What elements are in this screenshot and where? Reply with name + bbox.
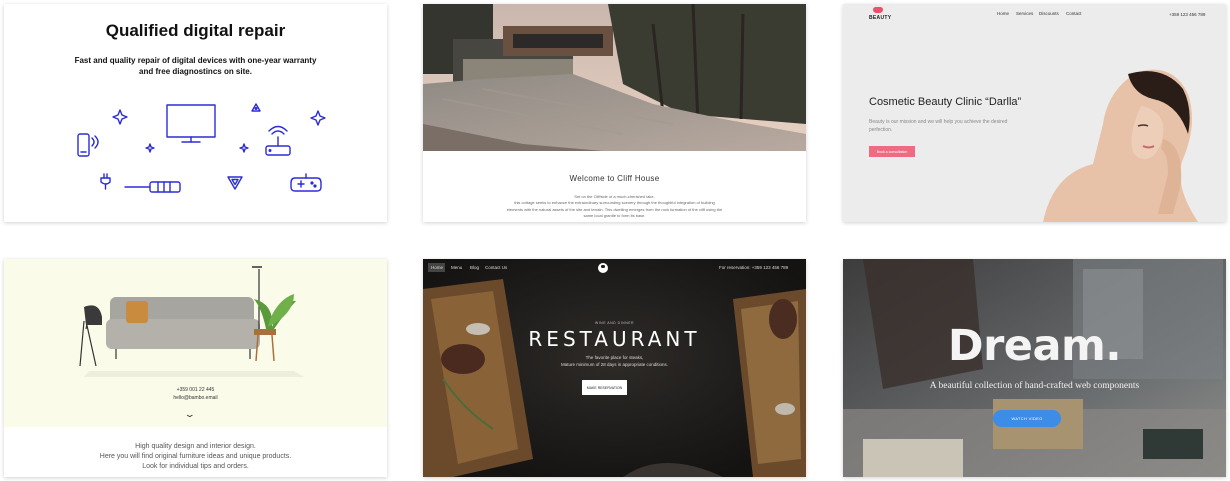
hero-title: Dream. (947, 321, 1122, 371)
sparkle-icon (310, 110, 326, 126)
hero-description: The favorite place for steaks, Mature mi… (423, 355, 806, 368)
card-title: Qualified digital repair (105, 21, 286, 40)
subtitle-line: and free diagnostincs on site. (139, 67, 252, 76)
text-line: High quality design and interior design. (135, 443, 256, 450)
hero-eyebrow: WINE AND DINNER (594, 321, 635, 325)
triangle-icon (227, 176, 243, 190)
text-line: Here you will find original furniture id… (99, 453, 292, 460)
make-reservation-button[interactable]: MAKE RESERVATION (582, 380, 627, 395)
nav-item-blog[interactable]: Blog (470, 265, 479, 270)
template-card-furniture[interactable]: +359 001 22 445 hello@bambo.email ⌄ High… (4, 259, 387, 477)
triangle-icon (251, 103, 261, 112)
contact-phone: +359 001 22 445 (176, 387, 215, 393)
woman-photo (1043, 69, 1198, 222)
chevron-down-icon[interactable]: ⌄ (184, 409, 196, 420)
sofa-photo (79, 266, 304, 377)
template-card-beauty[interactable]: BEAUTY Home Services Discounts Contact +… (843, 4, 1226, 222)
screwdriver-icon (124, 181, 181, 193)
template-card-dream[interactable]: Dream. A beautiful collection of hand-cr… (843, 259, 1226, 477)
watch-video-button[interactable]: WATCH VIDEO (993, 410, 1061, 427)
hero-description: A beautiful collection of hand-crafted w… (929, 381, 1140, 391)
sparkle-icon (112, 109, 128, 125)
device-illustration (77, 103, 326, 193)
reservation-phone: For reservation: +359 123 456 789 (719, 265, 789, 270)
contact-email[interactable]: hello@bambo.email (4, 395, 387, 401)
logo-inner (601, 265, 605, 268)
monitor-icon (166, 104, 216, 143)
brand-logo: BEAUTY (869, 15, 892, 21)
nav-item-contact[interactable]: Contact (1066, 11, 1082, 16)
template-card-cliff-house[interactable]: Welcome to Cliff House Set on the Cliffs… (423, 4, 806, 222)
sparkle-icon (145, 143, 155, 153)
text-line: same local granite to form its base. (583, 213, 646, 219)
nav-item-home[interactable]: Home (997, 11, 1009, 16)
food-photo (423, 259, 806, 477)
card-title: Welcome to Cliff House (569, 174, 660, 183)
lips-logo-icon (873, 7, 883, 13)
text-line: Mature minimum of 28 days in appropriate… (560, 361, 669, 367)
nav-item-home[interactable]: Home (431, 265, 443, 270)
template-card-restaurant[interactable]: Home Menu Blog Contact Us For reservatio… (423, 259, 806, 477)
sparkle-icon (239, 143, 249, 153)
card-description: High quality design and interior design.… (64, 442, 327, 472)
subtitle-line: Fast and quality repair of digital devic… (74, 56, 317, 65)
router-icon (265, 125, 291, 156)
nav-item-menu[interactable]: Menu (451, 265, 462, 270)
text-line: this cottage seeks to enhance the extrao… (514, 200, 715, 206)
card-subtitle: Fast and quality repair of digital devic… (74, 55, 317, 77)
hero-title: Cosmetic Beauty Clinic “Darlla” (869, 96, 1022, 108)
plug-icon (100, 173, 111, 190)
book-consultation-button[interactable]: Book a consultation (869, 146, 915, 157)
nav-item-discounts[interactable]: Discounts (1039, 11, 1059, 16)
house-photo (423, 4, 806, 151)
gamepad-icon (290, 173, 322, 192)
nav-item-contact[interactable]: Contact Us (485, 265, 507, 270)
text-line: Look for individual tips and orders. (142, 463, 249, 470)
phone-icon (77, 133, 99, 157)
hero-description: Beauty is our mission and we will help y… (869, 119, 1008, 133)
header-phone: +359 123 456 789 (1169, 12, 1206, 17)
card-description: Set on the Cliffside of a much-cherished… (501, 194, 728, 220)
template-card-repair[interactable]: Qualified digital repair Fast and qualit… (4, 4, 387, 222)
hero-title: RESTAURANT (528, 327, 701, 351)
nav-item-services[interactable]: Services (1016, 11, 1033, 16)
